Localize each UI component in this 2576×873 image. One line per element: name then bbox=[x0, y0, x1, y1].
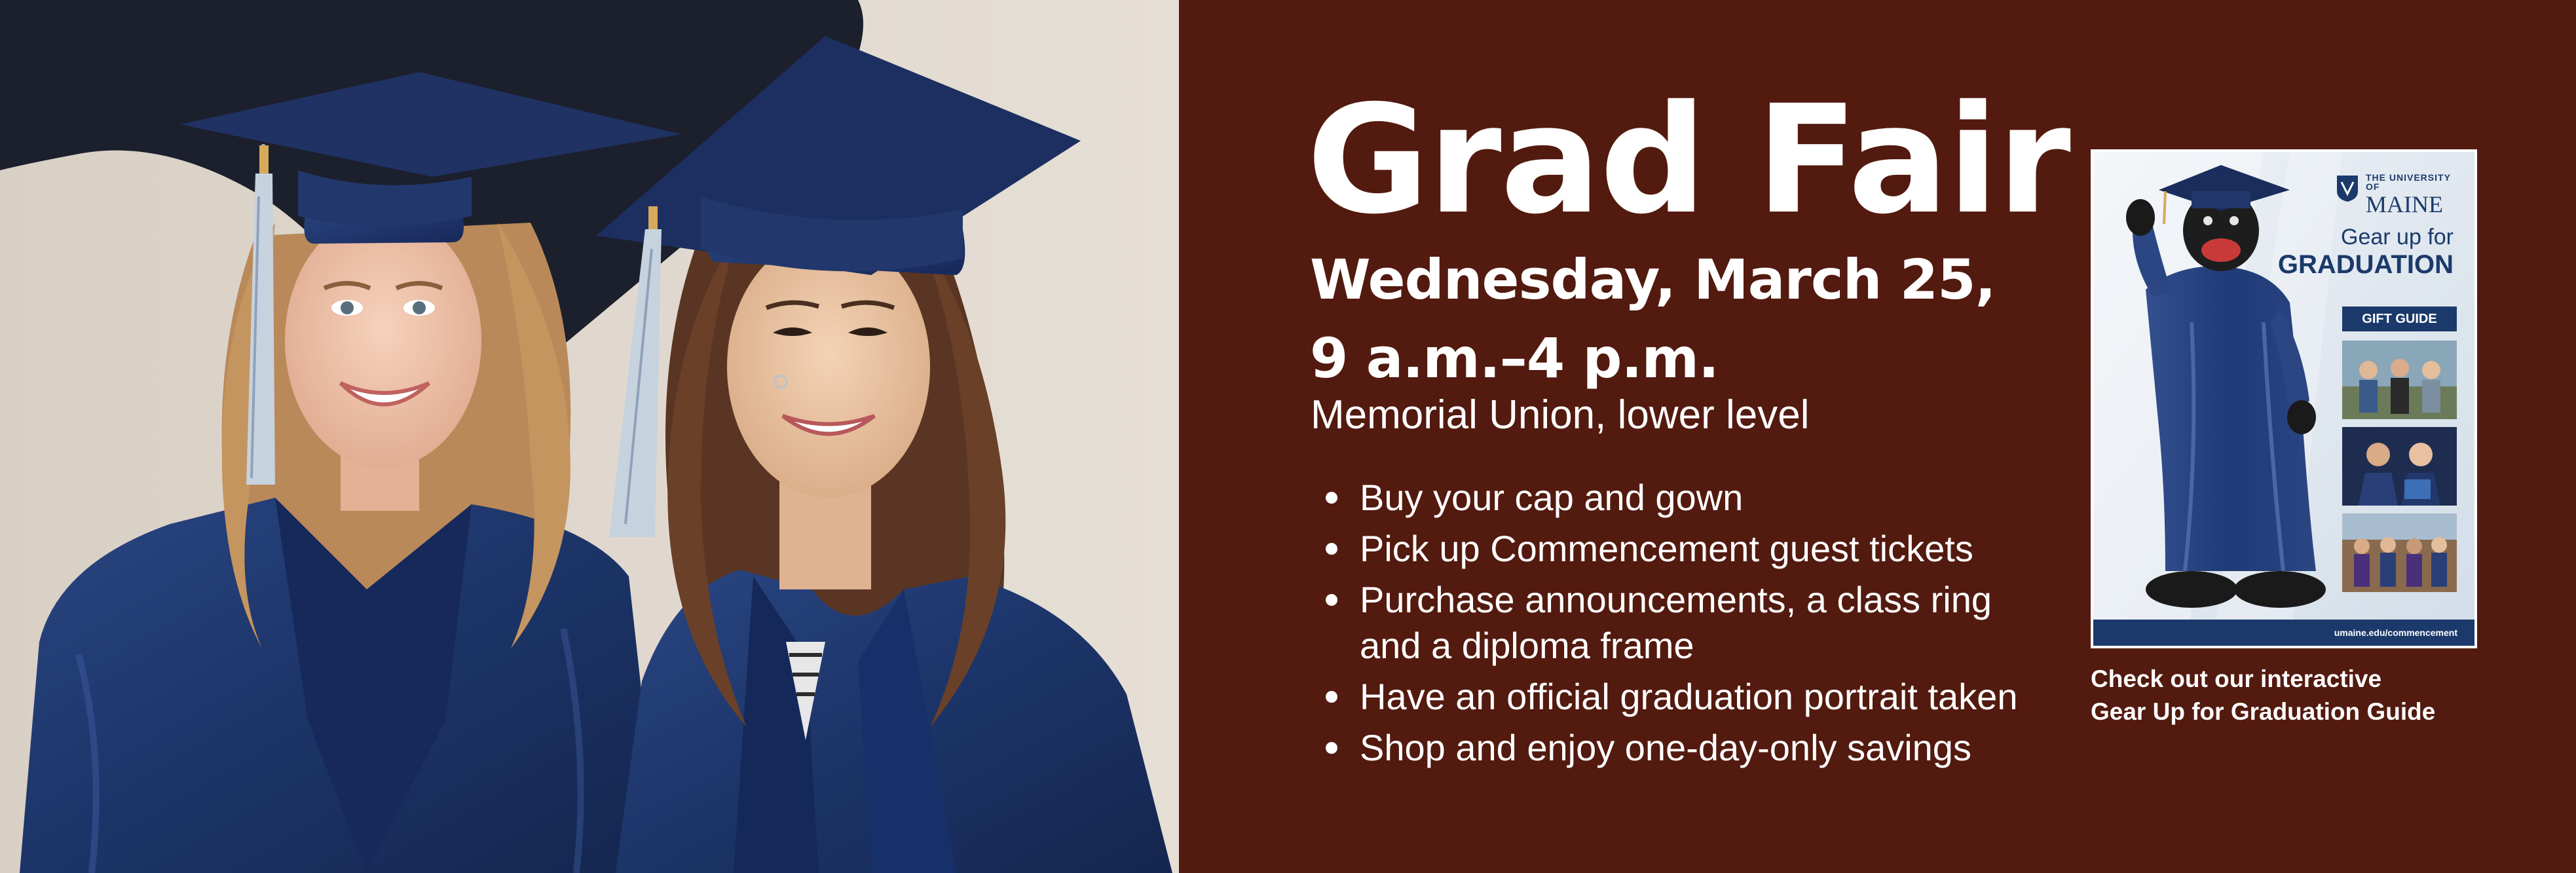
benefit-text: and a diploma frame bbox=[1360, 625, 1694, 666]
event-date: Wednesday, March 25, bbox=[1310, 248, 1996, 312]
benefit-item-continued: and a diploma frame bbox=[1323, 623, 2017, 669]
grad-fair-banner: Grad Fair Wednesday, March 25, 9 a.m.–4 … bbox=[0, 0, 2576, 873]
benefit-item: Have an official graduation portrait tak… bbox=[1323, 674, 2017, 720]
event-title: Grad Fair bbox=[1307, 73, 2071, 247]
benefit-item: Pick up Commencement guest tickets bbox=[1323, 526, 2017, 572]
event-location: Memorial Union, lower level bbox=[1311, 392, 1810, 437]
benefit-text: Buy your cap and gown bbox=[1360, 477, 1744, 518]
gift-guide-cover-link[interactable]: THE UNIVERSITY OF MAINE Gear up for GRAD… bbox=[2091, 149, 2477, 648]
guide-caption-line-1: Check out our interactive bbox=[2091, 665, 2382, 692]
benefit-item: Buy your cap and gown bbox=[1323, 475, 2017, 521]
benefit-list: Buy your cap and gown Pick up Commenceme… bbox=[1323, 475, 2017, 776]
benefit-item: Shop and enjoy one-day-only savings bbox=[1323, 725, 2017, 771]
benefit-text: Pick up Commencement guest tickets bbox=[1360, 528, 1973, 569]
guide-photo-thumbnail bbox=[2342, 513, 2457, 592]
guide-title-line-1: Gear up for bbox=[2341, 225, 2454, 250]
guide-url: umaine.edu/commencement bbox=[2093, 620, 2474, 646]
benefit-text: Purchase announcements, a class ring bbox=[1360, 579, 1992, 620]
guide-caption-link[interactable]: Gear Up for Graduation Guide bbox=[2091, 696, 2435, 728]
gift-guide-badge: GIFT GUIDE bbox=[2342, 306, 2457, 331]
graduates-photo bbox=[0, 0, 1179, 873]
guide-photo-thumbnail bbox=[2342, 341, 2457, 419]
benefit-text: Have an official graduation portrait tak… bbox=[1360, 676, 2018, 717]
benefit-item: Purchase announcements, a class ring bbox=[1323, 577, 2017, 623]
event-time: 9 a.m.–4 p.m. bbox=[1310, 326, 1719, 390]
guide-photo-thumbnail bbox=[2342, 427, 2457, 506]
guide-title-line-2: GRADUATION bbox=[2277, 250, 2454, 279]
university-logo: THE UNIVERSITY OF MAINE bbox=[2336, 173, 2460, 216]
university-shield-icon bbox=[2337, 176, 2358, 202]
benefit-text: Shop and enjoy one-day-only savings bbox=[1360, 727, 1971, 768]
guide-caption: Check out our interactive Gear Up for Gr… bbox=[2091, 663, 2435, 728]
